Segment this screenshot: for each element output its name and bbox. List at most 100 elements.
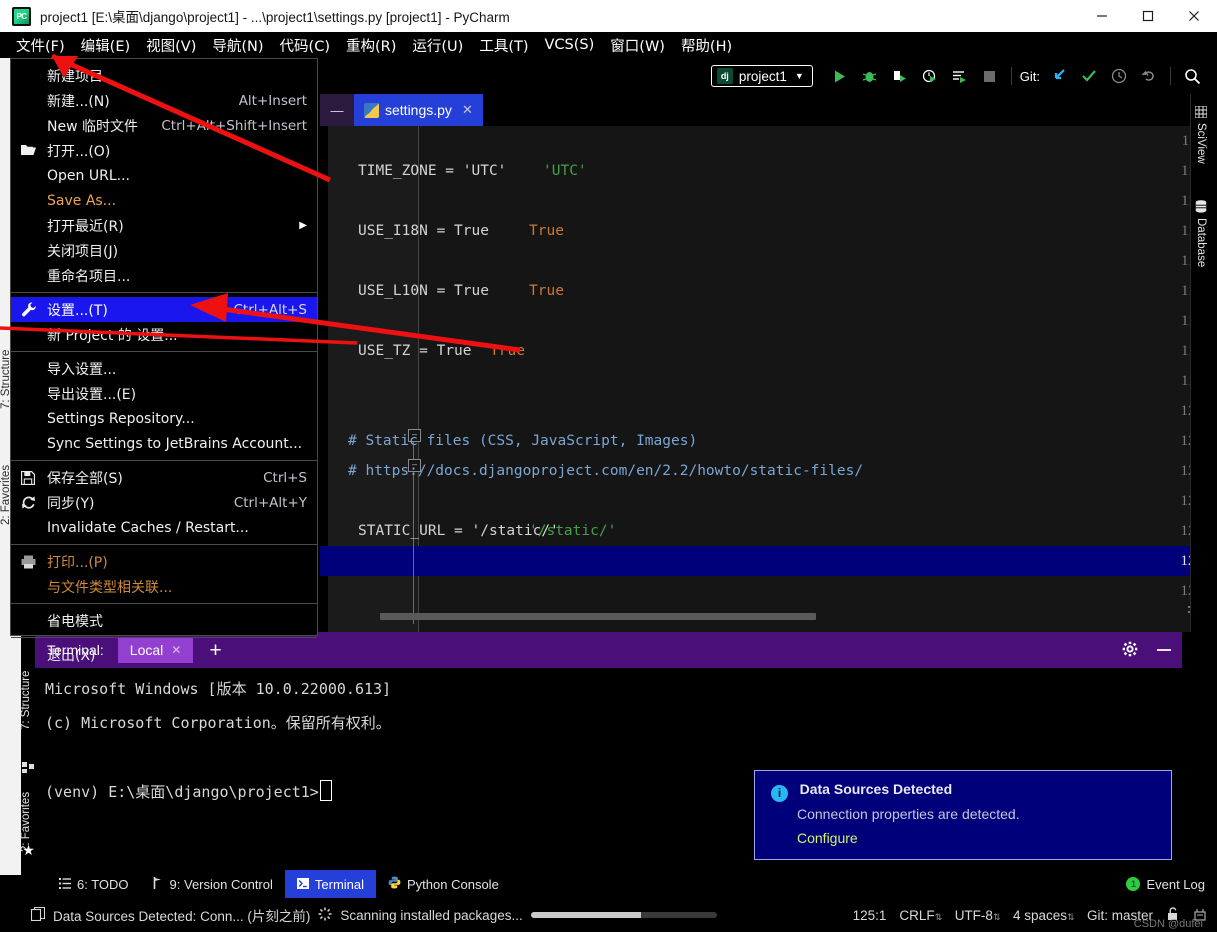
git-branch[interactable]: Git: master	[1087, 908, 1153, 923]
git-update-icon[interactable]	[1044, 63, 1074, 89]
close-button[interactable]	[1171, 0, 1217, 32]
code-editor[interactable]: 111 112 113 114 115 116 117 118 119 120 …	[320, 126, 1217, 632]
editor-horizontal-scrollbar[interactable]	[380, 613, 816, 620]
menu-item-project-settings[interactable]: 新 Project 的 设置...	[11, 322, 317, 347]
chevron-right-icon: ▶	[299, 220, 307, 231]
search-everywhere-icon[interactable]	[1177, 63, 1207, 89]
maximize-button[interactable]	[1125, 0, 1171, 32]
caret-position[interactable]: 125:1	[853, 908, 887, 923]
menu-item-open-recent[interactable]: 打开最近(R) ▶	[11, 213, 317, 238]
menu-item-print[interactable]: 打印...(P)	[11, 549, 317, 574]
editor-tab-settings-py[interactable]: settings.py ✕	[354, 94, 483, 126]
menu-item-import-settings[interactable]: 导入设置...	[11, 356, 317, 381]
menu-code[interactable]: 代码(C)	[272, 33, 338, 58]
status-message[interactable]: Data Sources Detected: Conn... (片刻之前)	[53, 905, 310, 925]
menu-run[interactable]: 运行(U)	[404, 33, 471, 58]
menu-window[interactable]: 窗口(W)	[602, 33, 673, 58]
menu-item-open[interactable]: 打开...(O)	[11, 138, 317, 163]
toolwindow-todo-label: 6: TODO	[77, 876, 129, 892]
menu-item-export-settings[interactable]: 导出设置...(E)	[11, 381, 317, 406]
git-rollback-icon[interactable]	[1134, 63, 1164, 89]
menu-view[interactable]: 视图(V)	[138, 33, 204, 58]
run-configuration-selector[interactable]: dj project1 ▼	[710, 65, 813, 87]
code-line: # Static files (CSS, JavaScript, Images)	[348, 433, 698, 449]
menu-item-save-all[interactable]: 保存全部(S) Ctrl+S	[11, 465, 317, 490]
git-commit-icon[interactable]	[1074, 63, 1104, 89]
menu-navigate[interactable]: 导航(N)	[204, 33, 271, 58]
sidebar-item-sciview-label: SciView	[1195, 123, 1207, 164]
status-progress-bar	[530, 912, 717, 918]
line-separator[interactable]: CRLF⇅	[899, 908, 942, 923]
hide-editor-button[interactable]: —	[320, 94, 354, 126]
menu-refactor[interactable]: 重构(R)	[338, 33, 404, 58]
menu-separator	[11, 603, 317, 604]
menu-item-power-save-mode[interactable]: 省电模式	[11, 608, 317, 633]
stop-icon[interactable]	[975, 63, 1005, 89]
menu-item-associate-file-type[interactable]: 与文件类型相关联...	[11, 574, 317, 599]
code-line: USE_TZ = True	[358, 343, 472, 359]
menu-item-sync-settings-jetbrains[interactable]: Sync Settings to JetBrains Account...	[11, 431, 317, 456]
menu-item-open-url[interactable]: Open URL...	[11, 163, 317, 188]
gear-icon[interactable]	[1122, 641, 1138, 660]
toolwindow-todo[interactable]: 6: TODO	[47, 870, 141, 898]
menu-tools[interactable]: 工具(T)	[471, 33, 536, 58]
profile-icon[interactable]	[915, 63, 945, 89]
run-with-console-icon[interactable]	[945, 63, 975, 89]
notification-indicator-icon[interactable]	[30, 906, 46, 924]
indent-setting[interactable]: 4 spaces⇅	[1013, 908, 1075, 923]
close-icon[interactable]: ✕	[462, 102, 473, 118]
menu-help[interactable]: 帮助(H)	[673, 33, 740, 58]
menu-item-synchronize[interactable]: 同步(Y) Ctrl+Alt+Y	[11, 490, 317, 515]
code-token-string: '/static/'	[529, 523, 617, 539]
file-menu-dropdown[interactable]: 新建项目 新建...(N) Alt+Insert New 临时文件 Ctrl+A…	[10, 58, 318, 664]
current-line-highlight	[320, 546, 1217, 576]
menu-item-close-project[interactable]: 关闭项目(J)	[11, 238, 317, 263]
git-label: Git:	[1019, 68, 1040, 84]
notification-balloon[interactable]: i Data Sources Detected Connection prope…	[754, 770, 1172, 860]
menu-item-settings[interactable]: 设置...(T) Ctrl+Alt+S	[11, 297, 317, 322]
unlock-icon[interactable]	[1166, 906, 1180, 924]
pycharm-window: project1 [E:\桌面\django\project1] - ...\p…	[0, 0, 1217, 932]
editor-tab-strip: — settings.py ✕	[320, 94, 1217, 126]
code-token-keyword: True	[529, 283, 564, 299]
menu-item-new-scratch-file[interactable]: New 临时文件 Ctrl+Alt+Shift+Insert	[11, 113, 317, 138]
file-encoding[interactable]: UTF-8⇅	[955, 908, 1001, 923]
sidebar-item-sciview[interactable]: SciView	[1194, 100, 1208, 170]
coverage-icon[interactable]	[885, 63, 915, 89]
menu-item-rename-project[interactable]: 重命名项目...	[11, 263, 317, 288]
menu-vcs[interactable]: VCS(S)	[537, 35, 603, 55]
status-right: 125:1 CRLF⇅ UTF-8⇅ 4 spaces⇅ Git: master	[853, 906, 1207, 924]
inspection-icon[interactable]	[1193, 907, 1207, 924]
menu-item-new[interactable]: 新建...(N) Alt+Insert	[11, 88, 317, 113]
notification-configure-link[interactable]: Configure	[797, 830, 1155, 846]
toolwindow-version-control[interactable]: 9: Version Control	[141, 870, 285, 898]
debug-icon[interactable]	[855, 63, 885, 89]
event-log-button[interactable]: 1 Event Log	[1126, 877, 1205, 892]
pycharm-logo-icon	[12, 6, 31, 26]
main-toolbar: dj project1 ▼ Git:	[320, 58, 1217, 94]
menu-separator	[11, 637, 317, 638]
toolwindow-python-console[interactable]: Python Console	[376, 870, 511, 898]
sidebar-item-database[interactable]: Database	[1195, 194, 1207, 273]
menu-file[interactable]: 文件(F)	[8, 32, 73, 58]
run-icon[interactable]	[825, 63, 855, 89]
info-icon: i	[771, 785, 788, 802]
menu-item-settings-repository[interactable]: Settings Repository...	[11, 406, 317, 431]
menu-item-save-as[interactable]: Save As...	[11, 188, 317, 213]
minimize-button[interactable]	[1079, 0, 1125, 32]
toolbar-divider	[1010, 67, 1012, 85]
run-configuration-label: project1	[738, 68, 787, 84]
toolbar-divider-2	[1170, 67, 1171, 85]
menu-edit[interactable]: 编辑(E)	[73, 33, 138, 58]
menu-item-invalidate-caches[interactable]: Invalidate Caches / Restart...	[11, 515, 317, 540]
folder-icon	[21, 144, 47, 157]
sciview-icon	[1194, 105, 1208, 119]
toolwindow-terminal[interactable]: Terminal	[284, 870, 377, 898]
git-history-icon[interactable]	[1104, 63, 1134, 89]
terminal-icon	[296, 877, 309, 892]
code-line: USE_I18N = True	[358, 223, 489, 239]
menu-item-exit[interactable]: 退出(X)	[11, 642, 317, 667]
minimize-icon[interactable]	[1156, 643, 1172, 658]
menu-item-new-project[interactable]: 新建项目	[11, 63, 317, 88]
event-log-label: Event Log	[1146, 876, 1205, 892]
